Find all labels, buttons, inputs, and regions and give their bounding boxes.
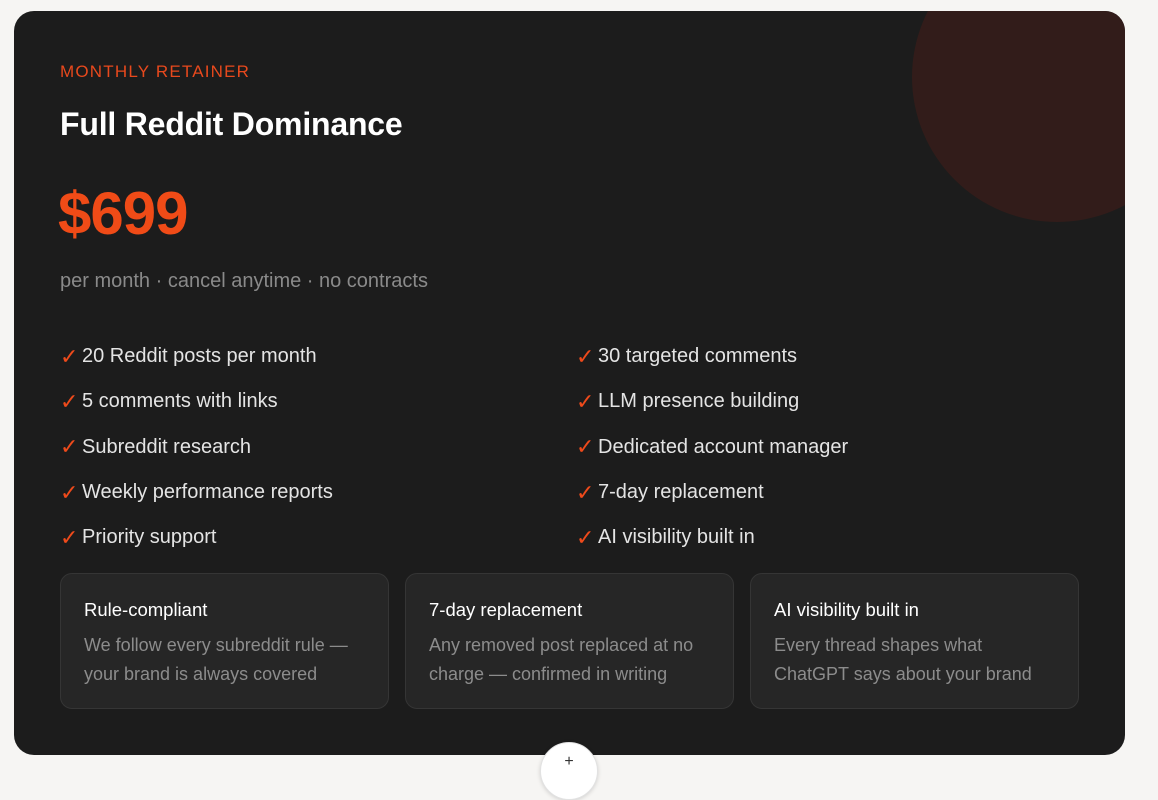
feature-label: Subreddit research <box>82 435 251 458</box>
highlight-desc-line: ChatGPT says about your brand <box>774 664 1032 684</box>
feature-item: ✓ 30 targeted comments <box>576 334 1090 379</box>
feature-item: ✓ 5 comments with links <box>60 379 576 424</box>
highlight-box-ai-visibility: AI visibility built in Every thread shap… <box>750 573 1079 709</box>
feature-item: ✓ Priority support <box>60 515 576 560</box>
highlight-description: Every thread shapes what ChatGPT says ab… <box>774 631 1055 689</box>
feature-list: ✓ 20 Reddit posts per month ✓ 30 targete… <box>60 334 1090 560</box>
plan-price: $699 <box>58 180 188 247</box>
checkmark-icon: ✓ <box>60 524 79 550</box>
checkmark-icon: ✓ <box>60 343 79 369</box>
highlight-description: We follow every subreddit rule — your br… <box>84 631 365 689</box>
feature-label: AI visibility built in <box>598 526 755 549</box>
highlight-desc-line: your brand is always covered <box>84 664 318 684</box>
highlight-desc-line: Any removed post replaced at no <box>429 635 694 655</box>
feature-label: 5 comments with links <box>82 390 278 413</box>
feature-label: LLM presence building <box>598 390 800 413</box>
checkmark-icon: ✓ <box>60 434 79 460</box>
plan-eyebrow: MONTHLY RETAINER <box>60 62 251 81</box>
floating-add-button[interactable]: + <box>540 742 598 800</box>
feature-item: ✓ Weekly performance reports <box>60 470 576 515</box>
feature-item: ✓ 20 Reddit posts per month <box>60 334 576 379</box>
plus-icon: + <box>564 753 574 770</box>
feature-label: Priority support <box>82 526 217 549</box>
checkmark-icon: ✓ <box>576 388 595 414</box>
feature-label: Dedicated account manager <box>598 435 849 458</box>
highlight-title: AI visibility built in <box>774 599 919 620</box>
checkmark-icon: ✓ <box>576 343 595 369</box>
decorative-circle <box>912 11 1125 222</box>
feature-item: ✓ 7-day replacement <box>576 470 1090 515</box>
checkmark-icon: ✓ <box>576 479 595 505</box>
pricing-card: MONTHLY RETAINER Full Reddit Dominance $… <box>14 11 1125 755</box>
highlight-desc-line: We follow every subreddit rule — <box>84 635 348 655</box>
highlight-boxes: Rule-compliant We follow every subreddit… <box>60 573 1079 709</box>
checkmark-icon: ✓ <box>576 434 595 460</box>
feature-label: Weekly performance reports <box>82 481 333 504</box>
plan-terms: per month · cancel anytime · no contract… <box>60 270 428 292</box>
feature-item: ✓ Dedicated account manager <box>576 425 1090 470</box>
checkmark-icon: ✓ <box>60 479 79 505</box>
feature-label: 20 Reddit posts per month <box>82 345 317 368</box>
checkmark-icon: ✓ <box>576 524 595 550</box>
highlight-desc-line: charge — confirmed in writing <box>429 664 668 684</box>
highlight-description: Any removed post replaced at no charge —… <box>429 631 710 689</box>
feature-item: ✓ AI visibility built in <box>576 515 1090 560</box>
highlight-desc-line: Every thread shapes what <box>774 635 983 655</box>
feature-label: 7-day replacement <box>598 481 764 504</box>
feature-item: ✓ Subreddit research <box>60 425 576 470</box>
highlight-title: Rule-compliant <box>84 599 208 620</box>
highlight-box-rule-compliant: Rule-compliant We follow every subreddit… <box>60 573 389 709</box>
checkmark-icon: ✓ <box>60 388 79 414</box>
feature-item: ✓ LLM presence building <box>576 379 1090 424</box>
feature-label: 30 targeted comments <box>598 345 797 368</box>
plan-title: Full Reddit Dominance <box>60 106 403 142</box>
highlight-title: 7-day replacement <box>429 599 583 620</box>
highlight-box-replacement: 7-day replacement Any removed post repla… <box>405 573 734 709</box>
